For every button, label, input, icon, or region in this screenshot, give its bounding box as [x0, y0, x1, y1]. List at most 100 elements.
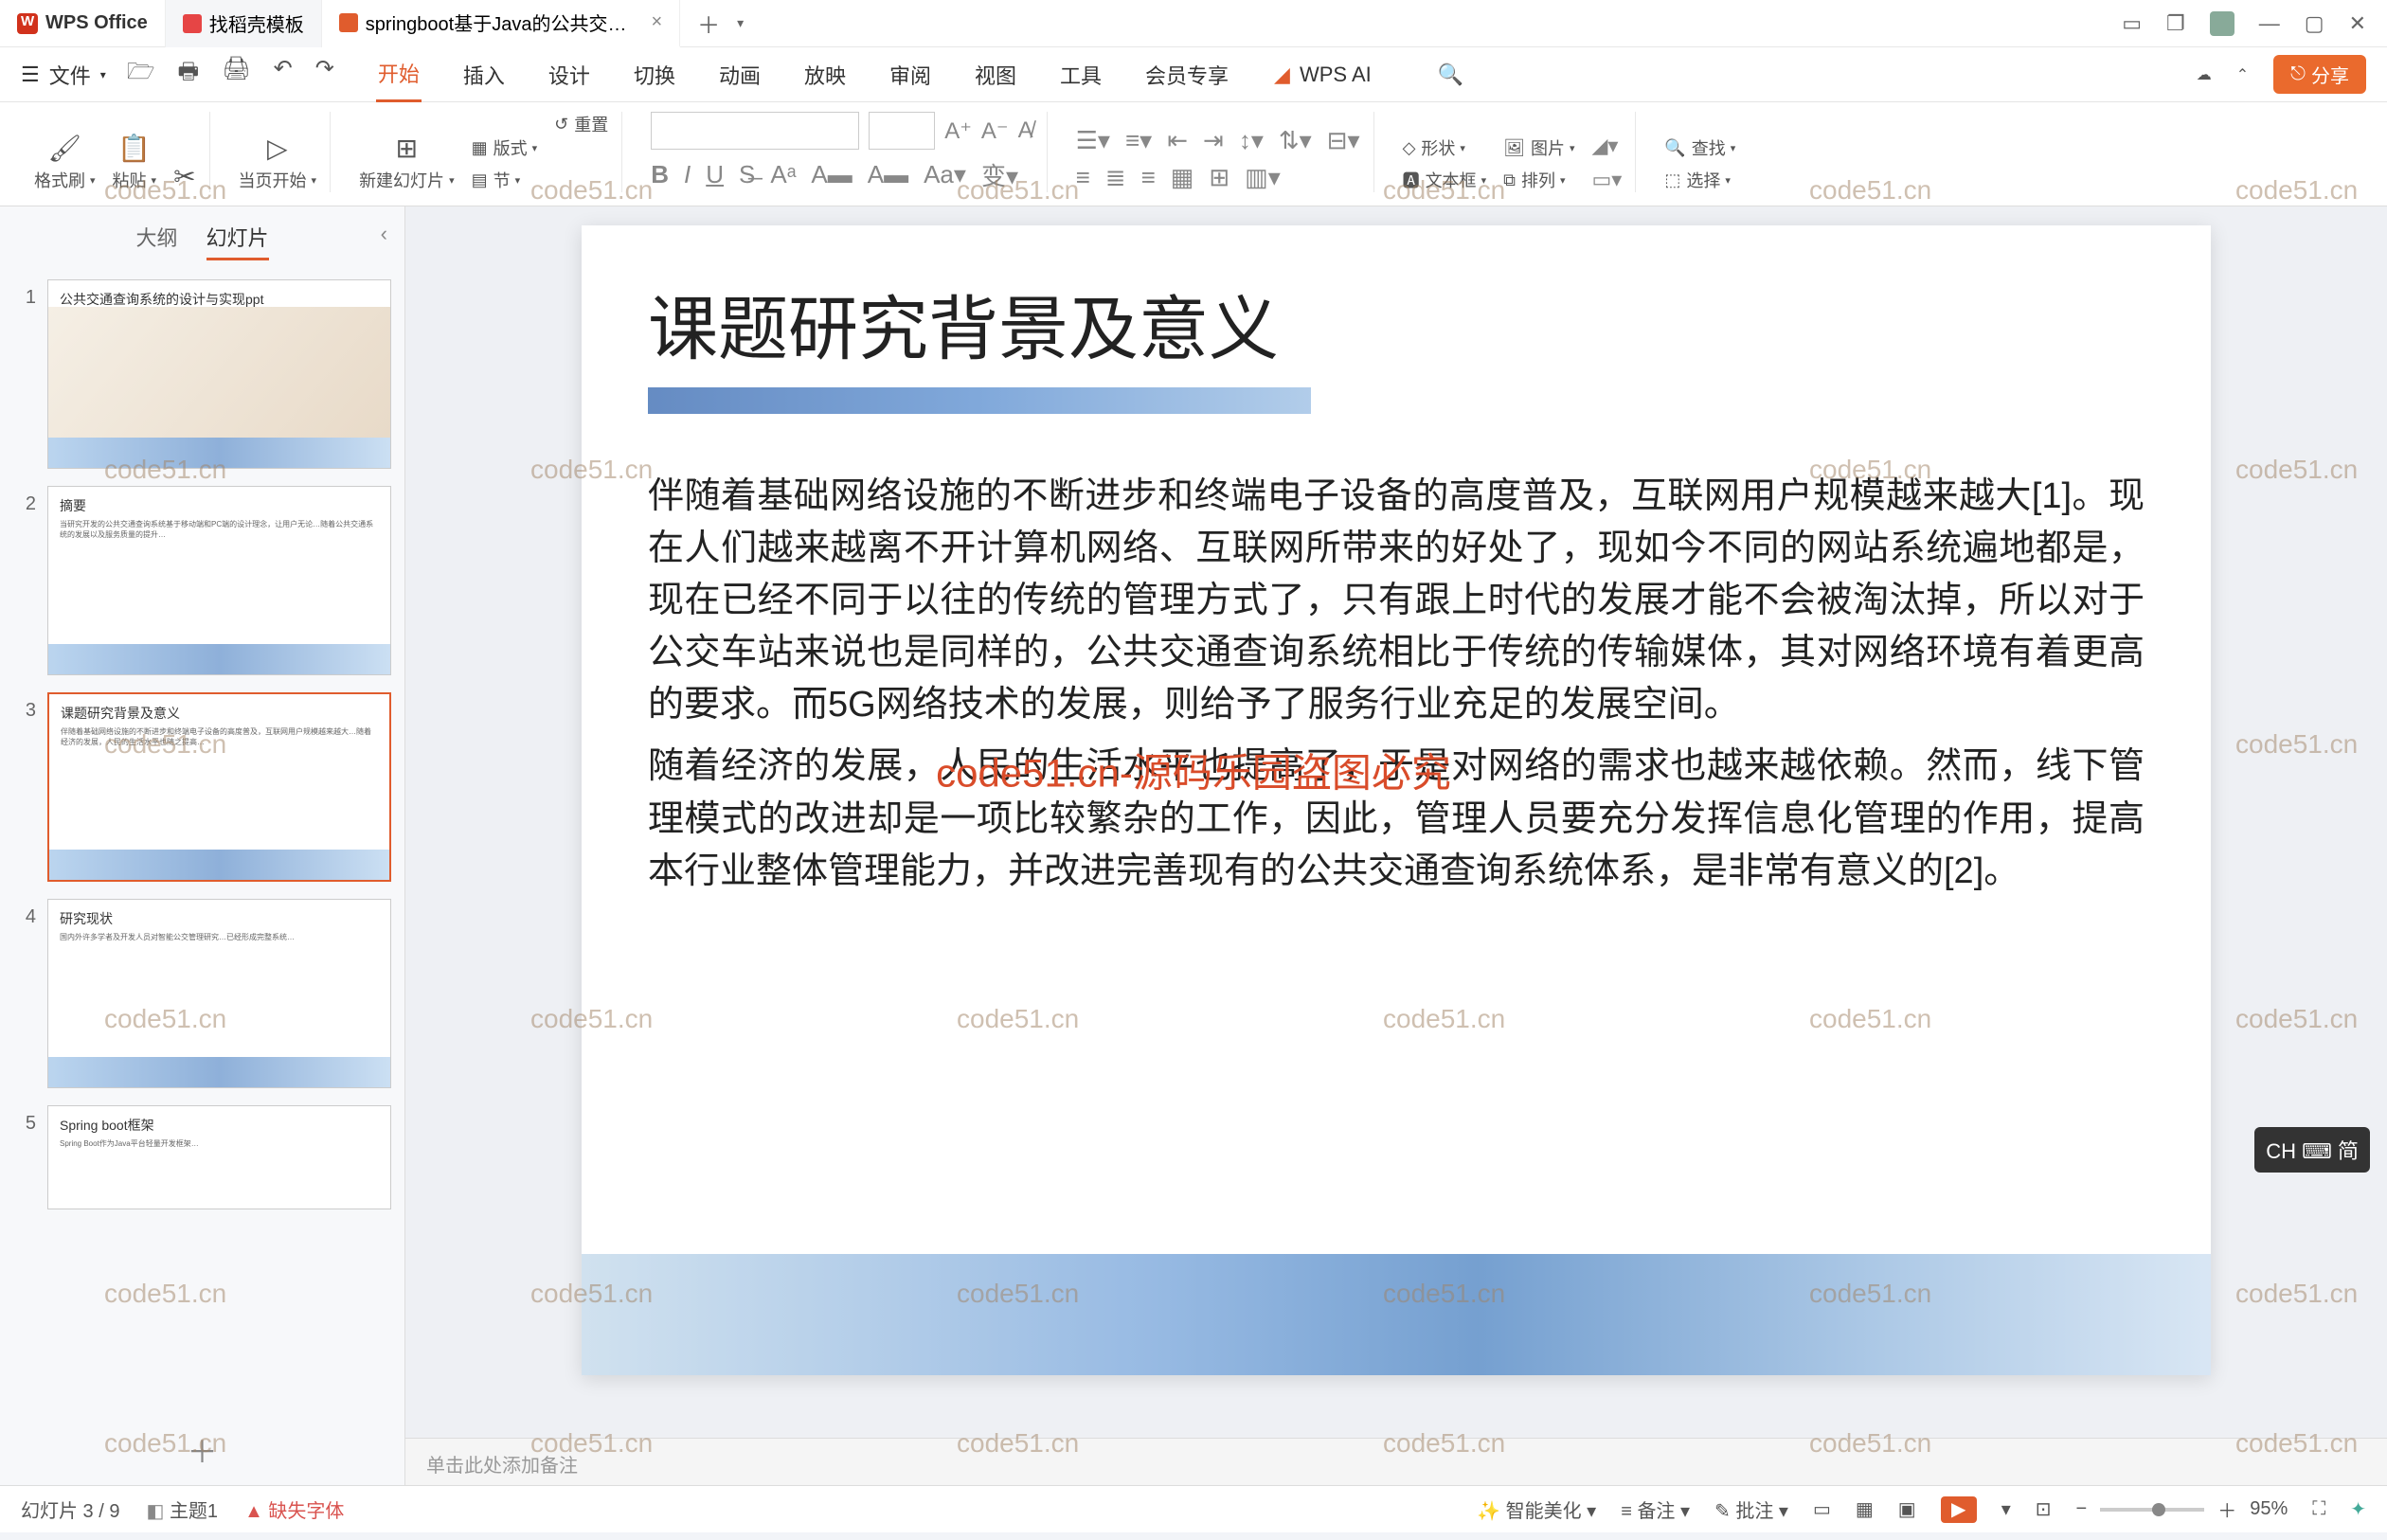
- print-icon[interactable]: 🖨: [222, 55, 250, 94]
- shapes-button[interactable]: ◇形状: [1403, 135, 1487, 160]
- ribbon-tab-design[interactable]: 设计: [547, 48, 592, 101]
- section-button[interactable]: ▤节: [472, 168, 538, 192]
- zoom-slider[interactable]: [2100, 1508, 2204, 1512]
- wps-ai-button[interactable]: ◢WPS AI: [1270, 40, 1375, 110]
- undo-icon[interactable]: ↶: [274, 55, 293, 94]
- numbering-button[interactable]: ≡▾: [1125, 126, 1152, 155]
- tab-close-icon[interactable]: ×: [651, 11, 662, 33]
- new-tab-button[interactable]: ＋: [680, 7, 737, 40]
- theme-indicator[interactable]: ◧ 主题1: [146, 1495, 218, 1523]
- thumbnail-slide-4[interactable]: 研究现状国内外许多学者及开发人员对智能公交管理研究…已经形成完整系统…: [47, 899, 391, 1088]
- notes-input[interactable]: 单击此处添加备注: [405, 1438, 2387, 1485]
- cut-button[interactable]: ✂: [173, 160, 195, 192]
- arrange-button[interactable]: ⧉排列: [1503, 168, 1574, 192]
- font-family-select[interactable]: [651, 112, 859, 150]
- bold-button[interactable]: B: [651, 160, 669, 189]
- tab-outline[interactable]: 大纲: [135, 222, 177, 260]
- align-left-button[interactable]: ≡: [1076, 163, 1090, 192]
- layout-button[interactable]: ▦版式: [472, 135, 538, 160]
- text-direction-button[interactable]: ⇅▾: [1279, 126, 1312, 155]
- decrease-font-icon[interactable]: A⁻: [981, 117, 1009, 145]
- avatar-icon[interactable]: [2210, 11, 2234, 36]
- redo-icon[interactable]: ↷: [315, 55, 334, 94]
- cloud-icon[interactable]: ☁: [2197, 65, 2212, 84]
- thumbnail-slide-1[interactable]: 公共交通查询系统的设计与实现ppt: [47, 279, 391, 469]
- shape-outline-icon[interactable]: ▭▾: [1591, 168, 1622, 192]
- view-reading-icon[interactable]: ▣: [1898, 1497, 1916, 1521]
- view-normal-icon[interactable]: ▭: [1813, 1497, 1831, 1521]
- file-menu[interactable]: ☰文件▾: [21, 60, 106, 90]
- thumbnail-slide-5[interactable]: Spring boot框架Spring Boot作为Java平台轻量开发框架…: [47, 1105, 391, 1209]
- text-effects-button[interactable]: 变▾: [981, 157, 1018, 192]
- underline-button[interactable]: U: [706, 160, 724, 189]
- new-slide-button[interactable]: ⊞新建幻灯片: [359, 132, 455, 192]
- maximize-icon[interactable]: ▢: [2305, 11, 2324, 36]
- distribute-button[interactable]: ⊞: [1209, 163, 1229, 192]
- textbox-button[interactable]: 🅰文本框: [1403, 168, 1487, 192]
- zoom-control[interactable]: − ＋ 95%: [2076, 1495, 2288, 1523]
- thumbnail-slide-2[interactable]: 摘要当研究开发的公共交通查询系统基于移动端和PC端的设计理念，让用户无论…随着公…: [47, 486, 391, 675]
- ribbon-tab-member[interactable]: 会员专享: [1143, 48, 1230, 101]
- zoom-value[interactable]: 95%: [2250, 1498, 2288, 1520]
- multi-window-icon[interactable]: ▭: [2122, 11, 2142, 36]
- review-toggle[interactable]: ✎ 批注 ▾: [1714, 1495, 1788, 1523]
- smart-beautify-button[interactable]: ✨ 智能美化 ▾: [1477, 1495, 1596, 1523]
- indent-right-button[interactable]: ⇥: [1203, 126, 1224, 155]
- slide-canvas[interactable]: 课题研究背景及意义 伴随着基础网络设施的不断进步和终端电子设备的高度普及，互联网…: [582, 225, 2211, 1375]
- ribbon-tab-slideshow[interactable]: 放映: [802, 48, 848, 101]
- font-color-button[interactable]: A▬: [868, 160, 908, 189]
- slideshow-button[interactable]: ▶: [1941, 1496, 1977, 1523]
- share-button[interactable]: ⎋分享: [2273, 55, 2366, 94]
- ribbon-tab-home[interactable]: 开始: [376, 46, 422, 102]
- view-sorter-icon[interactable]: ▦: [1856, 1497, 1874, 1521]
- change-case-button[interactable]: Aa▾: [924, 160, 966, 189]
- columns-button[interactable]: ▥▾: [1245, 163, 1281, 192]
- zoom-out-icon[interactable]: −: [2076, 1498, 2088, 1520]
- fit-to-window-icon[interactable]: ⊡: [2036, 1497, 2052, 1521]
- align-text-button[interactable]: ⊟▾: [1327, 126, 1360, 155]
- clear-format-icon[interactable]: A̸: [1018, 117, 1033, 144]
- ribbon-tab-animation[interactable]: 动画: [717, 48, 763, 101]
- slideshow-dropdown[interactable]: ▾: [2001, 1497, 2011, 1521]
- collapse-panel-icon[interactable]: ‹: [381, 222, 387, 246]
- increase-font-icon[interactable]: A⁺: [944, 117, 972, 145]
- bullets-button[interactable]: ☰▾: [1076, 126, 1110, 155]
- settings-icon[interactable]: ✦: [2350, 1497, 2366, 1521]
- missing-fonts-warning[interactable]: ▲ 缺失字体: [244, 1495, 344, 1523]
- align-right-button[interactable]: ≡: [1141, 163, 1156, 192]
- highlight-button[interactable]: A▬: [811, 160, 852, 189]
- ime-indicator[interactable]: CH ⌨ 简: [2254, 1127, 2370, 1173]
- ribbon-tab-review[interactable]: 审阅: [888, 48, 933, 101]
- format-painter-button[interactable]: 🖌格式刷: [34, 132, 96, 192]
- tab-templates[interactable]: 找稻壳模板: [166, 0, 322, 47]
- find-button[interactable]: 🔍查找: [1664, 135, 1735, 160]
- select-button[interactable]: ⬚选择: [1664, 168, 1735, 192]
- tab-list-dropdown[interactable]: ▾: [737, 15, 744, 31]
- align-justify-button[interactable]: ▦: [1171, 163, 1194, 192]
- superscript-button[interactable]: Aᵃ: [770, 160, 796, 189]
- start-from-current-button[interactable]: ▷当页开始: [239, 132, 317, 192]
- search-icon[interactable]: 🔍: [1436, 51, 1465, 98]
- reset-button[interactable]: ↺重置: [554, 112, 608, 136]
- strike-button[interactable]: S̶: [739, 160, 755, 189]
- shape-fill-icon[interactable]: ◢▾: [1591, 134, 1622, 158]
- zoom-in-icon[interactable]: ＋: [2217, 1495, 2236, 1523]
- thumbnail-slide-3[interactable]: 课题研究背景及意义伴随着基础网络设施的不断进步和终端电子设备的高度普及，互联网用…: [47, 692, 391, 882]
- font-size-select[interactable]: [869, 112, 935, 150]
- app-brand-tab[interactable]: WPS Office: [0, 0, 166, 47]
- paste-button[interactable]: 📋粘贴: [113, 132, 157, 192]
- line-spacing-button[interactable]: ↕▾: [1239, 126, 1264, 155]
- save-icon[interactable]: 🖶: [178, 55, 200, 94]
- italic-button[interactable]: I: [684, 160, 691, 189]
- indent-left-button[interactable]: ⇤: [1167, 126, 1188, 155]
- fullscreen-icon[interactable]: ⛶: [2312, 1498, 2325, 1520]
- ribbon-tab-transition[interactable]: 切换: [632, 48, 677, 101]
- notes-toggle[interactable]: ≡ 备注 ▾: [1621, 1495, 1690, 1523]
- add-slide-button[interactable]: ＋: [0, 1415, 404, 1485]
- collapse-ribbon-icon[interactable]: ⌃: [2236, 65, 2249, 84]
- cube-icon[interactable]: ❐: [2166, 11, 2185, 36]
- slide-position[interactable]: 幻灯片 3 / 9: [21, 1495, 119, 1523]
- tab-slides[interactable]: 幻灯片: [206, 222, 269, 260]
- ribbon-tab-insert[interactable]: 插入: [461, 48, 507, 101]
- minimize-icon[interactable]: —: [2259, 11, 2280, 36]
